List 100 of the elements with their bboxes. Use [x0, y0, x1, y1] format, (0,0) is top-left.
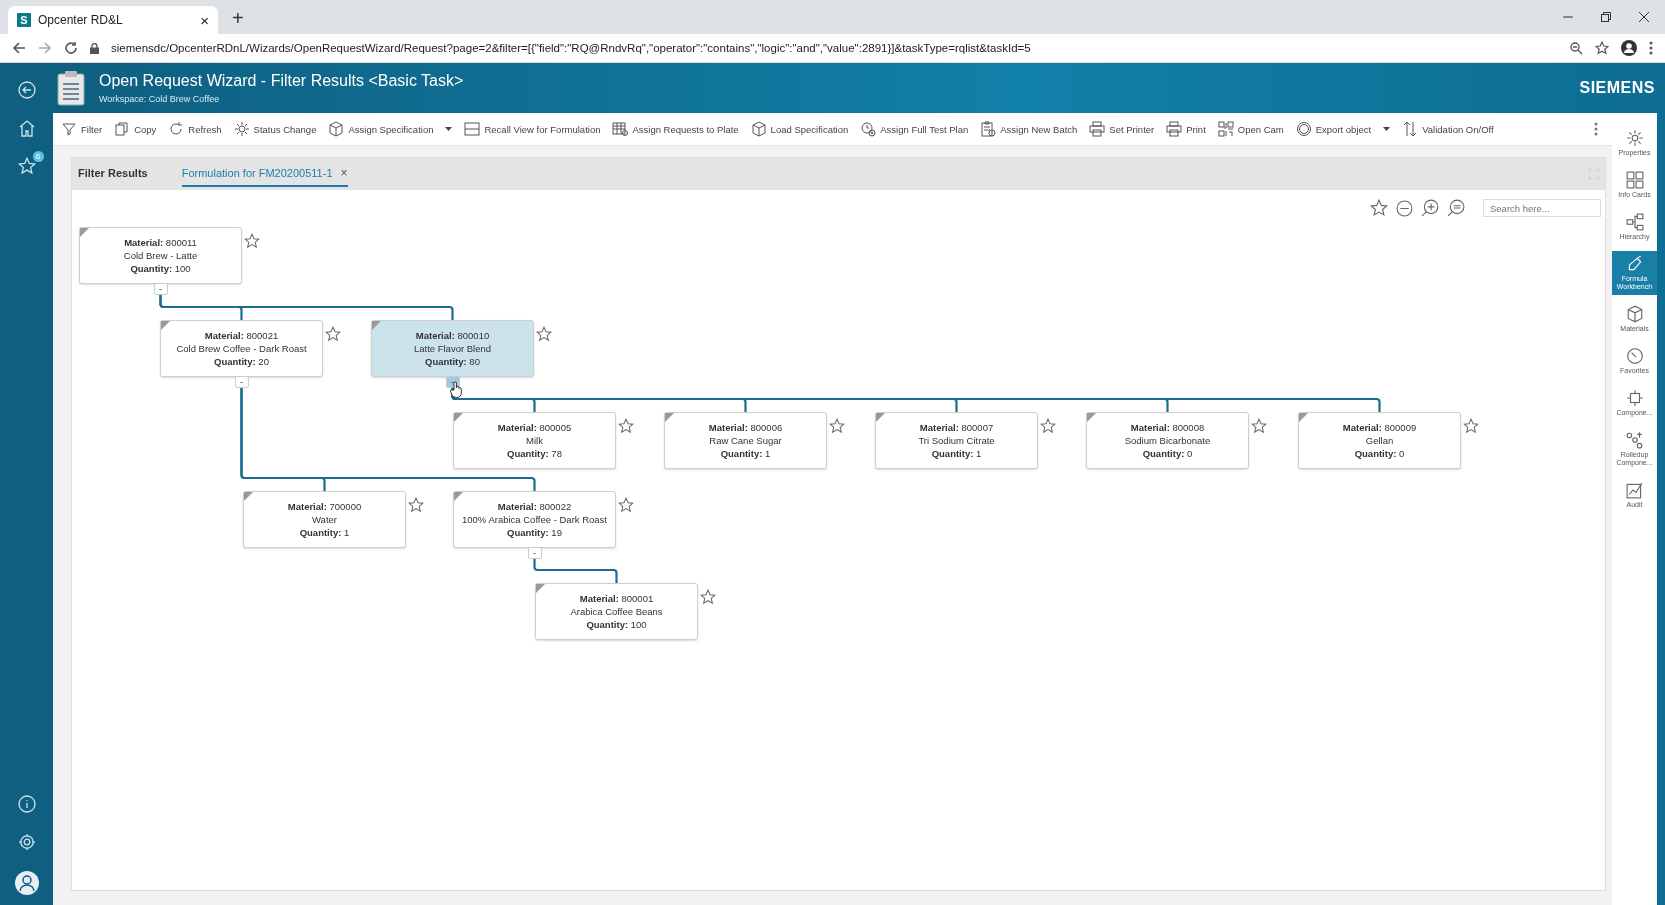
node-text: Quantity: 20: [214, 356, 269, 367]
favorite-star-icon[interactable]: [618, 497, 634, 513]
toolbar-button[interactable]: Export object: [1293, 121, 1393, 137]
toolbar-button[interactable]: Validation On/Off: [1400, 121, 1496, 137]
favorite-star-icon[interactable]: [1251, 418, 1267, 434]
favorite-star-icon[interactable]: [618, 418, 634, 434]
favorite-star-icon[interactable]: [244, 233, 260, 249]
material-node[interactable]: Material: 800006 Raw Cane Sugar Quantity: 1: [664, 412, 827, 469]
toolbar-button[interactable]: Assign Specification: [326, 121, 455, 137]
toolbar-button[interactable]: Status Change: [231, 121, 319, 137]
node-text: Material: 800011: [124, 237, 197, 248]
toolbar-button[interactable]: Filter: [59, 121, 105, 137]
close-icon[interactable]: [1639, 12, 1649, 22]
bookmark-star-icon[interactable]: [1595, 41, 1609, 55]
favorite-star-icon[interactable]: [1463, 418, 1479, 434]
toolbar-button[interactable]: Refresh: [166, 121, 224, 137]
zoom-icon[interactable]: [1570, 41, 1583, 55]
nodes-icon: [1625, 431, 1644, 449]
printer-icon: [1166, 121, 1183, 137]
reload-icon[interactable]: [64, 41, 78, 55]
toolbar-button[interactable]: Copy: [112, 121, 159, 137]
material-node[interactable]: Material: 800021 Cold Brew Coffee - Dark Roast Quantity: 20: [160, 320, 323, 377]
chip-icon: [1625, 389, 1644, 407]
back-arrow-icon[interactable]: [12, 41, 26, 55]
favorite-star-icon[interactable]: [408, 497, 424, 513]
material-node[interactable]: Material: 800009 Gellan Quantity: 0: [1298, 412, 1461, 469]
node-text: Latte Flavor Blend: [413, 343, 492, 354]
close-tab-button[interactable]: ×: [340, 166, 348, 180]
tab[interactable]: Formulation for FM20200511-1 ×: [181, 161, 348, 187]
favorite-star-icon[interactable]: [536, 326, 552, 342]
collapse-toggle[interactable]: -: [153, 283, 168, 295]
settings-icon[interactable]: [17, 833, 36, 851]
profile-icon[interactable]: [1621, 40, 1637, 56]
browser-tab[interactable]: S Opcenter RD&L ×: [8, 6, 218, 34]
user-avatar-icon[interactable]: [14, 871, 39, 895]
back-circle-icon[interactable]: [17, 81, 36, 99]
kebab-menu-icon[interactable]: [1594, 122, 1598, 136]
material-node[interactable]: Material: 700000 Water Quantity: 1: [243, 491, 406, 548]
home-icon[interactable]: [17, 119, 36, 137]
collapse-toggle[interactable]: -: [527, 547, 542, 559]
window-icon: [464, 121, 481, 137]
close-tab-button[interactable]: ×: [200, 11, 209, 29]
info-icon[interactable]: [17, 795, 36, 813]
gauge-icon: [1625, 347, 1644, 365]
toolbar-button[interactable]: Load Specification: [748, 121, 851, 137]
tab[interactable]: Filter Results: [78, 161, 148, 187]
toolbar-button[interactable]: Assign Requests to Plate: [610, 121, 741, 137]
toolbar-button[interactable]: Print: [1164, 121, 1208, 137]
favorites-star-icon[interactable]: [17, 157, 36, 175]
search-field[interactable]: Search here...: [1483, 199, 1601, 217]
toolbar-button[interactable]: Assign Full Test Plan: [858, 121, 971, 137]
favorite-star-icon[interactable]: [1040, 418, 1056, 434]
zoom-in-icon[interactable]: [1421, 199, 1439, 217]
material-node[interactable]: Material: 800011 Cold Brew - Latte Quantity: 100: [79, 227, 242, 284]
grid-icon: [1625, 171, 1644, 189]
material-node[interactable]: Material: 800008 Sodium Bicarbonate Quantity: 0: [1086, 412, 1249, 469]
favorite-star-icon[interactable]: [700, 589, 716, 605]
node-text: Quantity: 1: [931, 448, 982, 459]
collapse-toggle[interactable]: -: [234, 376, 249, 388]
node-text: Tri Sodium Citrate: [918, 435, 995, 446]
zoom-out-icon[interactable]: [1396, 199, 1413, 217]
material-node[interactable]: Material: 800007 Tri Sodium Citrate Quantity: 1: [875, 412, 1038, 469]
favorite-star-icon[interactable]: [829, 418, 845, 434]
up-down-arrows-icon: [1402, 121, 1419, 137]
node-text: Material: 800001: [579, 593, 654, 604]
node-text: Quantity: 1: [299, 527, 350, 538]
node-text: Quantity: 80: [425, 356, 480, 367]
node-text: Water: [312, 514, 337, 525]
node-text: 100% Arabica Coffee - Dark Roast: [461, 514, 607, 525]
node-text: Material: 800022: [497, 501, 572, 512]
node-text: Quantity: 100: [586, 619, 647, 630]
toolbar-button[interactable]: Open Cam: [1215, 121, 1286, 137]
zoom-fit-icon[interactable]: [1447, 199, 1465, 217]
node-text: Raw Cane Sugar: [709, 435, 782, 446]
favorite-star-icon[interactable]: [325, 326, 341, 342]
material-node[interactable]: Material: 800001 Arabica Coffee Beans Quantity: 100: [535, 583, 698, 640]
clipboard-icon: [980, 121, 997, 137]
clipboard-icon: [57, 70, 85, 106]
hierarchy-icon: [1625, 213, 1644, 231]
favorite-star-icon[interactable]: [1370, 199, 1388, 217]
toolbar-button[interactable]: Assign New Batch: [978, 121, 1080, 137]
node-text: Quantity: 1: [720, 448, 771, 459]
hand-cursor-icon: [449, 381, 463, 398]
node-text: Cold Brew Coffee - Dark Roast: [176, 343, 307, 354]
node-text: Quantity: 100: [130, 263, 191, 274]
toolbar-button[interactable]: Recall View for Formulation: [462, 121, 603, 137]
node-text: Quantity: 0: [1354, 448, 1405, 459]
toolbar-button[interactable]: Set Printer: [1087, 121, 1157, 137]
restore-icon[interactable]: [1601, 12, 1611, 22]
kebab-menu-icon[interactable]: [1649, 41, 1653, 55]
material-node[interactable]: Material: 800005 Milk Quantity: 78: [453, 412, 616, 469]
funnel-icon: [61, 121, 77, 137]
new-tab-button[interactable]: +: [232, 7, 244, 30]
lock-icon: [90, 42, 99, 54]
material-node[interactable]: Material: 800022 100% Arabica Coffee - Dark Roast Quantity: 19: [453, 491, 616, 548]
address-bar[interactable]: siemensdc/OpcenterRDnL/Wizards/OpenRequestWizard/Request?page=2&filter=[{"field":"RQ@RndvRq","operator":"contains","logic":"and","value":2891}]&taskType=rqlist&taskId=5: [111, 42, 1558, 54]
material-node[interactable]: Material: 800010 Latte Flavor Blend Quantity: 80: [371, 320, 534, 377]
node-text: Material: 800007: [919, 422, 994, 433]
node-text: Material: 800008: [1130, 422, 1205, 433]
qr-code-icon: [1217, 121, 1234, 137]
